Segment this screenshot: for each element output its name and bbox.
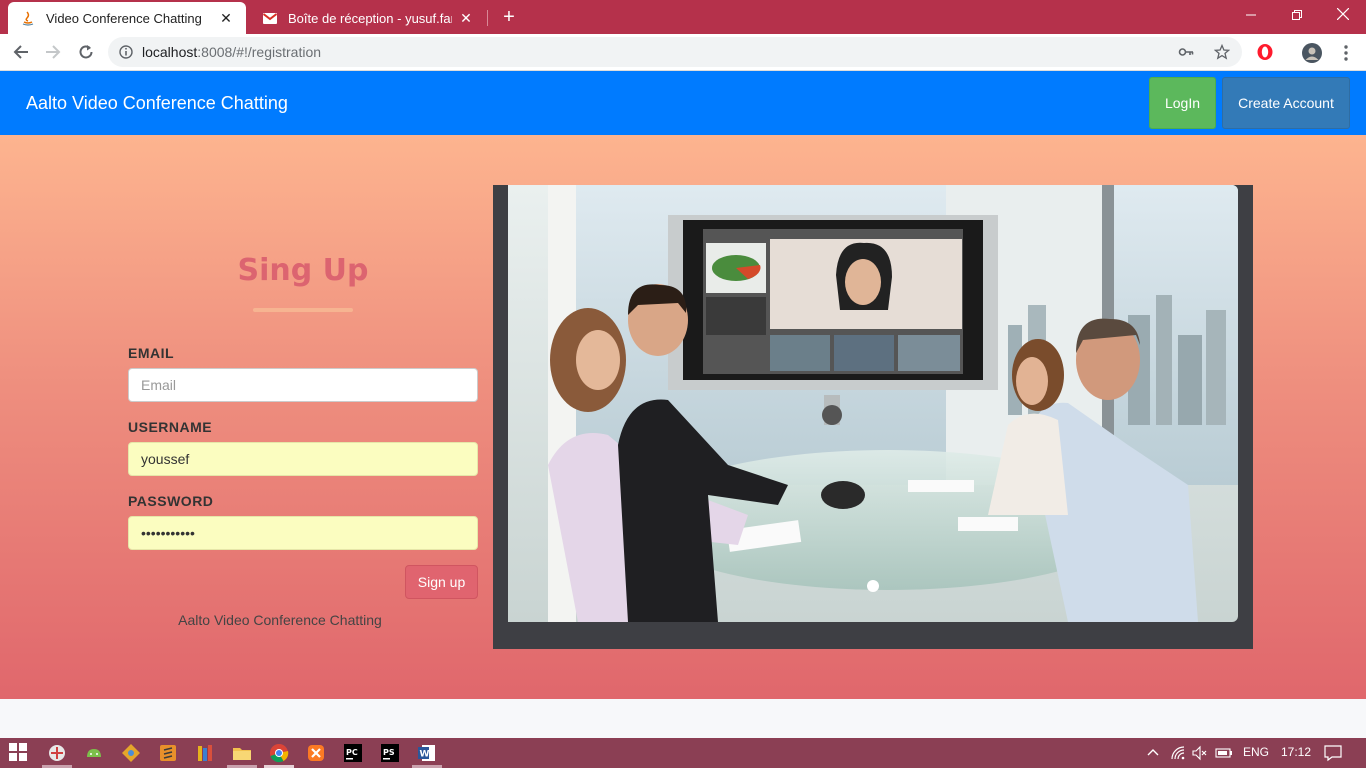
- tab-separator: [487, 10, 488, 26]
- language-indicator[interactable]: ENG: [1243, 745, 1269, 759]
- bookmark-star-icon[interactable]: [1213, 43, 1231, 60]
- key-icon[interactable]: [1178, 44, 1194, 60]
- page-title: Sing Up: [237, 253, 369, 288]
- sign-up-button[interactable]: Sign up: [405, 565, 478, 599]
- brand-link[interactable]: Aalto Video Conference Chatting: [26, 93, 288, 114]
- back-arrow-icon[interactable]: [9, 40, 33, 64]
- url-path: :8008/#!/registration: [197, 44, 322, 60]
- address-bar[interactable]: localhost:8008/#!/registration: [108, 37, 1242, 67]
- chevron-up-icon[interactable]: [1145, 745, 1165, 765]
- android-studio-icon[interactable]: [84, 743, 104, 763]
- wifi-icon[interactable]: [1170, 745, 1190, 765]
- java-icon: [20, 10, 36, 26]
- email-label: EMAIL: [128, 345, 175, 361]
- close-window-icon[interactable]: [1320, 0, 1366, 30]
- clock[interactable]: 17:12: [1281, 745, 1311, 759]
- url-text: localhost:8008/#!/registration: [142, 44, 321, 60]
- close-tab-icon[interactable]: ✕: [218, 10, 234, 27]
- git-app-icon[interactable]: [121, 743, 141, 763]
- title-underline: [253, 308, 353, 312]
- books-app-icon[interactable]: [195, 743, 215, 763]
- info-icon[interactable]: [119, 45, 133, 64]
- forward-arrow-icon[interactable]: [41, 40, 65, 64]
- url-host: localhost: [142, 44, 198, 60]
- browser-menu-icon[interactable]: [1336, 43, 1356, 63]
- chrome-icon[interactable]: [269, 743, 289, 763]
- opera-extension-icon[interactable]: [1256, 43, 1276, 63]
- browser-toolbar: localhost:8008/#!/registration: [0, 34, 1366, 71]
- restore-icon[interactable]: [1274, 0, 1320, 30]
- phpstorm-icon[interactable]: PS: [380, 743, 400, 763]
- gmail-icon: [262, 10, 278, 26]
- registration-page: Sing Up EMAIL USERNAME PASSWORD Sign up …: [0, 135, 1366, 699]
- volume-muted-icon[interactable]: [1192, 745, 1212, 765]
- carousel-indicator[interactable]: [867, 580, 879, 592]
- svg-text:W: W: [420, 750, 430, 760]
- footer-text: Aalto Video Conference Chatting: [178, 612, 382, 628]
- password-label: PASSWORD: [128, 493, 214, 509]
- login-button[interactable]: LogIn: [1149, 77, 1216, 129]
- notification-icon[interactable]: [1324, 744, 1344, 764]
- sublime-text-icon[interactable]: [158, 743, 178, 763]
- windows-taskbar: PC PS W ENG 17:12: [0, 738, 1366, 768]
- tab-title: Boîte de réception - yusuf.faraby: [288, 10, 452, 26]
- new-tab-button[interactable]: +: [498, 6, 520, 28]
- video-conference-meeting-photo: [508, 185, 1238, 622]
- password-field[interactable]: [128, 516, 478, 550]
- email-field[interactable]: [128, 368, 478, 402]
- word-icon[interactable]: W: [417, 743, 437, 763]
- tab-title: Video Conference Chatting: [46, 10, 202, 26]
- network-app-icon[interactable]: [47, 743, 67, 763]
- app-navbar: Aalto Video Conference Chatting LogIn Cr…: [0, 71, 1366, 135]
- tab-video-conference[interactable]: Video Conference Chatting ✕: [8, 2, 246, 34]
- close-tab-icon[interactable]: ✕: [458, 10, 474, 27]
- file-explorer-icon[interactable]: [232, 743, 252, 763]
- svg-text:PS: PS: [383, 748, 395, 757]
- profile-avatar[interactable]: [1302, 43, 1322, 63]
- image-carousel[interactable]: [493, 185, 1253, 649]
- username-field[interactable]: [128, 442, 478, 476]
- windows-start-icon[interactable]: [9, 743, 29, 763]
- username-label: USERNAME: [128, 419, 213, 435]
- battery-icon[interactable]: [1215, 745, 1235, 765]
- svg-text:PC: PC: [346, 748, 358, 757]
- tab-inbox[interactable]: Boîte de réception - yusuf.faraby ✕: [250, 2, 486, 34]
- xampp-icon[interactable]: [306, 743, 326, 763]
- minimize-icon[interactable]: [1228, 0, 1274, 30]
- reload-icon[interactable]: [74, 40, 98, 64]
- browser-tab-bar: Video Conference Chatting ✕ Boîte de réc…: [0, 0, 1366, 34]
- create-account-button[interactable]: Create Account: [1222, 77, 1350, 129]
- pycharm-icon[interactable]: PC: [343, 743, 363, 763]
